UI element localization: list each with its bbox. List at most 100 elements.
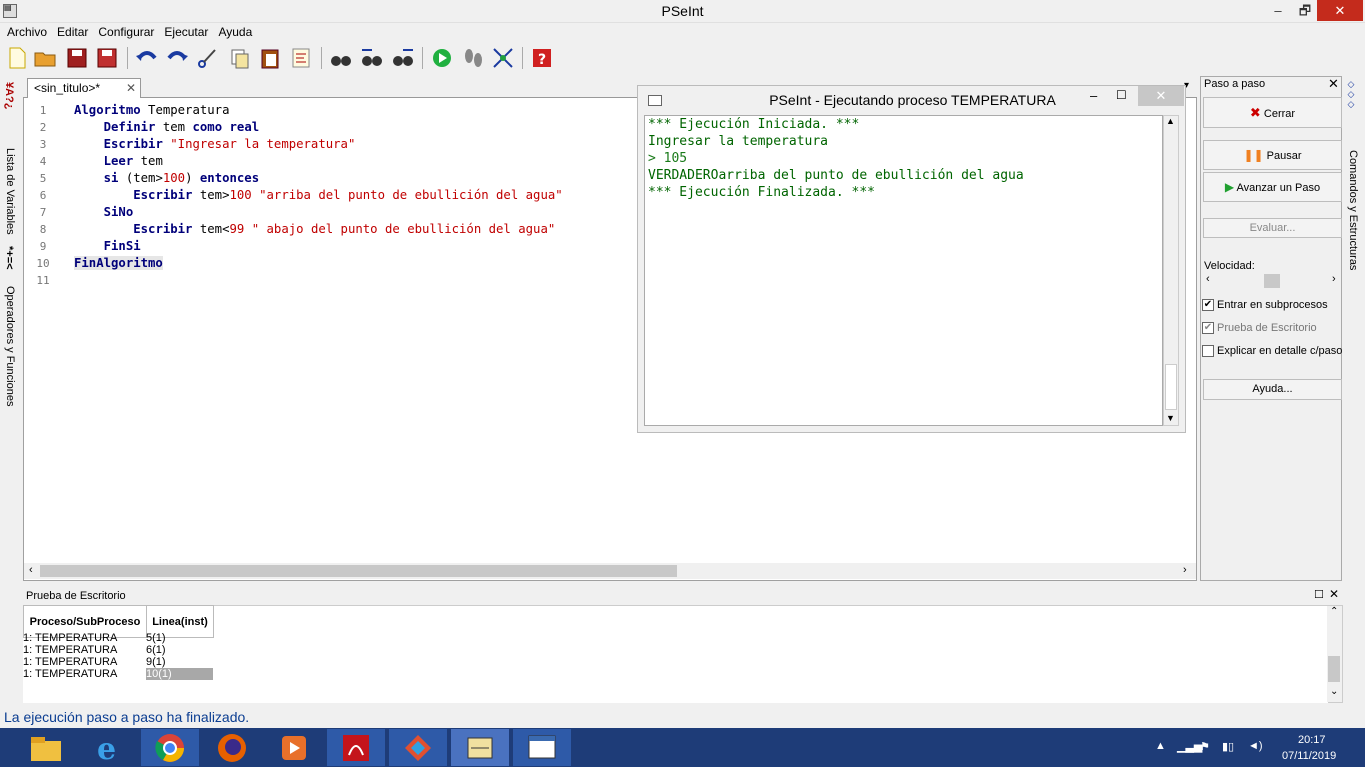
code-line: Definir tem como real bbox=[103, 120, 260, 134]
output-line: > 105 bbox=[648, 151, 688, 166]
slider-right-icon[interactable]: › bbox=[1332, 273, 1336, 285]
commands-structures-tab[interactable]: Comandos y Estructuras bbox=[1347, 150, 1359, 270]
network-icon[interactable]: ▁▃▅ bbox=[1177, 740, 1202, 753]
exec-maximize-button[interactable]: ☐ bbox=[1116, 88, 1127, 102]
code-lines[interactable]: Algoritmo Temperatura Definir tem como r… bbox=[74, 102, 563, 289]
scroll-up-icon[interactable]: ⌃ bbox=[1330, 606, 1338, 617]
prueba-escritorio-checkbox[interactable]: ✔ Prueba de Escritorio bbox=[1202, 322, 1317, 335]
code-line: Leer tem bbox=[103, 154, 163, 168]
line-number: 3 bbox=[39, 138, 47, 151]
scroll-down-icon[interactable]: ▼ bbox=[1166, 413, 1175, 423]
paste-icon[interactable] bbox=[258, 46, 282, 70]
checkbox-checked-icon: ✔ bbox=[1202, 322, 1214, 335]
explicar-detalle-checkbox[interactable]: Explicar en detalle c/paso bbox=[1202, 345, 1342, 358]
file-explorer-icon[interactable] bbox=[17, 729, 75, 766]
table-row[interactable]: 1: TEMPERATURA 10(1) bbox=[23, 668, 213, 680]
scrollbar-thumb[interactable] bbox=[1165, 364, 1177, 410]
commands-symbol-icon: ◇◇◇ bbox=[1347, 80, 1357, 110]
pausar-label: Pausar bbox=[1266, 150, 1302, 162]
app-diamond-icon[interactable] bbox=[389, 729, 447, 766]
menu-archivo[interactable]: Archivo bbox=[7, 23, 47, 42]
scroll-left-icon[interactable]: ‹ bbox=[29, 564, 33, 576]
menu-configurar[interactable]: Configurar bbox=[98, 23, 154, 42]
clock-time[interactable]: 20:17 bbox=[1298, 734, 1326, 746]
close-button[interactable]: ✕ bbox=[1317, 0, 1363, 21]
volume-icon[interactable]: ◄) bbox=[1248, 740, 1263, 752]
step-panel-close-icon[interactable]: ✕ bbox=[1328, 76, 1339, 92]
line-number: 1 bbox=[39, 104, 47, 117]
table-row[interactable]: 1: TEMPERATURA 6(1) bbox=[23, 644, 213, 656]
show-hidden-icons[interactable]: ▲ bbox=[1155, 740, 1166, 752]
format-icon[interactable] bbox=[289, 46, 313, 70]
table-cell: 9(1) bbox=[146, 656, 166, 668]
battery-icon[interactable]: ▮▯ bbox=[1222, 740, 1234, 753]
line-number: 8 bbox=[39, 223, 47, 236]
maximize-button[interactable]: 🗗 bbox=[1290, 0, 1320, 21]
slider-left-icon[interactable]: ‹ bbox=[1206, 273, 1210, 285]
slider-thumb[interactable] bbox=[1264, 274, 1280, 288]
step-forward-icon: ▶ bbox=[1224, 180, 1235, 194]
menu-editar[interactable]: Editar bbox=[57, 23, 88, 42]
entrar-subprocesos-checkbox[interactable]: ✔ Entrar en subprocesos bbox=[1202, 299, 1328, 312]
avanzar-paso-button[interactable]: ▶ Avanzar un Paso bbox=[1203, 172, 1342, 202]
pausar-button[interactable]: ❚❚ Pausar bbox=[1203, 140, 1342, 170]
save-as-icon[interactable] bbox=[95, 46, 119, 70]
find-prev-icon[interactable] bbox=[360, 46, 384, 70]
menu-ayuda[interactable]: Ayuda bbox=[218, 23, 252, 42]
line-number: 4 bbox=[39, 155, 47, 168]
redo-icon[interactable] bbox=[165, 46, 189, 70]
tab-close-icon[interactable]: ✕ bbox=[126, 81, 136, 95]
chrome-icon[interactable] bbox=[141, 729, 199, 766]
evaluar-button[interactable]: Evaluar... bbox=[1203, 218, 1342, 238]
speed-slider[interactable]: ‹ › bbox=[1204, 273, 1341, 289]
editor-tab[interactable]: <sin_titulo>* ✕ bbox=[27, 78, 141, 98]
internet-explorer-icon[interactable]: e bbox=[79, 729, 137, 767]
editor-tab-label: <sin_titulo>* bbox=[34, 81, 101, 95]
operators-functions-tab[interactable]: Operadores y Funciones bbox=[4, 286, 16, 406]
firefox-icon[interactable] bbox=[203, 729, 261, 766]
scroll-down-icon[interactable]: ⌄ bbox=[1330, 686, 1338, 697]
find-next-icon[interactable] bbox=[391, 46, 415, 70]
desk-close-icon[interactable]: ✕ bbox=[1329, 587, 1339, 601]
scrollbar-thumb[interactable] bbox=[40, 565, 677, 577]
output-line: VERDADEROarriba del punto de ebullición … bbox=[648, 168, 1024, 183]
save-icon[interactable] bbox=[65, 46, 89, 70]
minimize-button[interactable]: – bbox=[1263, 0, 1293, 21]
open-folder-icon[interactable] bbox=[33, 46, 57, 70]
flowchart-icon[interactable] bbox=[491, 46, 515, 70]
help-icon[interactable]: ? bbox=[530, 46, 554, 70]
scrollbar-thumb[interactable] bbox=[1328, 656, 1340, 682]
desk-vertical-scrollbar[interactable]: ⌃ ⌄ bbox=[1327, 606, 1342, 702]
table-row[interactable]: 1: TEMPERATURA 5(1) bbox=[23, 632, 213, 644]
exec-close-button[interactable]: ✕ bbox=[1138, 86, 1184, 106]
new-file-icon[interactable] bbox=[5, 46, 29, 70]
variables-list-tab[interactable]: Lista de Variables bbox=[4, 148, 16, 235]
scroll-up-icon[interactable]: ▲ bbox=[1166, 116, 1175, 126]
velocidad-label: Velocidad: bbox=[1204, 260, 1255, 272]
cut-icon[interactable] bbox=[195, 46, 219, 70]
desk-maximize-icon[interactable]: ☐ bbox=[1314, 588, 1324, 601]
cerrar-button[interactable]: ✖ Cerrar bbox=[1203, 97, 1342, 128]
run-icon[interactable] bbox=[430, 46, 454, 70]
media-player-icon[interactable] bbox=[265, 729, 323, 766]
undo-icon[interactable] bbox=[135, 46, 159, 70]
table-row[interactable]: 1: TEMPERATURA 9(1) bbox=[23, 656, 213, 668]
exec-vertical-scrollbar[interactable]: ▲ ▼ bbox=[1163, 115, 1179, 426]
menu-ejecutar[interactable]: Ejecutar bbox=[164, 23, 208, 42]
line-number: 5 bbox=[39, 172, 47, 185]
clock-date[interactable]: 07/11/2019 bbox=[1282, 750, 1336, 762]
scroll-right-icon[interactable]: › bbox=[1183, 564, 1187, 576]
console-window-taskbar-icon[interactable] bbox=[513, 729, 571, 766]
find-icon[interactable] bbox=[329, 46, 353, 70]
pseint-taskbar-icon[interactable] bbox=[451, 729, 509, 766]
copy-icon[interactable] bbox=[228, 46, 252, 70]
table-cell: 1: TEMPERATURA bbox=[23, 632, 118, 644]
status-bar: La ejecución paso a paso ha finalizado. bbox=[4, 709, 250, 725]
exec-minimize-button[interactable]: – bbox=[1090, 88, 1097, 103]
table-cell: 10(1) bbox=[146, 668, 213, 680]
table-cell: 1: TEMPERATURA bbox=[23, 668, 118, 680]
flag-icon[interactable]: ⚑ bbox=[1200, 740, 1210, 753]
step-icon[interactable] bbox=[461, 46, 485, 70]
ayuda-button[interactable]: Ayuda... bbox=[1203, 379, 1342, 400]
acrobat-icon[interactable] bbox=[327, 729, 385, 766]
